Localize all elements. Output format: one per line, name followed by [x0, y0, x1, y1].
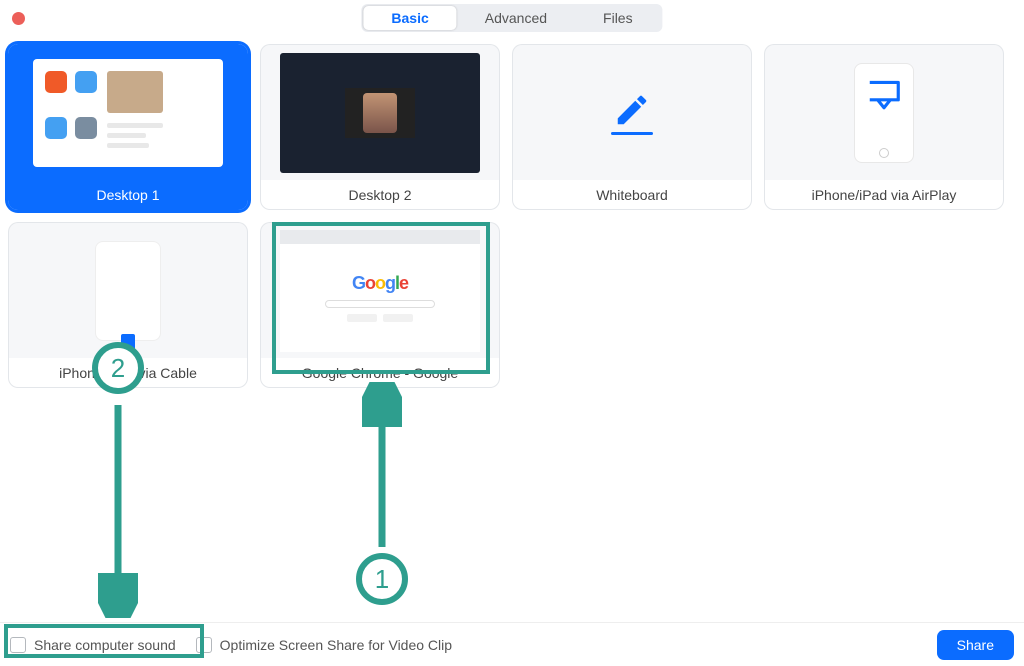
tile-chrome-thumb: Google [260, 222, 500, 358]
phone-cable-icon [95, 241, 161, 341]
optimize-video-label: Optimize Screen Share for Video Clip [220, 637, 452, 653]
tab-files[interactable]: Files [575, 6, 661, 30]
annotation-badge-2: 2 [92, 342, 144, 394]
tile-desktop-2[interactable]: Desktop 2 [260, 44, 500, 210]
tile-desktop-2-label: Desktop 2 [260, 180, 500, 210]
share-button[interactable]: Share [937, 630, 1014, 660]
airplay-icon [865, 75, 903, 118]
mode-tabbar: Basic Advanced Files [361, 4, 662, 32]
checkbox-icon [196, 637, 212, 653]
tab-advanced[interactable]: Advanced [457, 6, 575, 30]
tile-desktop-2-thumb [260, 44, 500, 180]
tile-whiteboard-label: Whiteboard [512, 180, 752, 210]
share-sound-label: Share computer sound [34, 637, 176, 653]
optimize-video-checkbox[interactable]: Optimize Screen Share for Video Clip [196, 637, 452, 653]
share-options-grid: Desktop 1 Desktop 2 Whiteboard [0, 36, 1024, 396]
tile-airplay-label: iPhone/iPad via AirPlay [764, 180, 1004, 210]
share-sound-checkbox[interactable]: Share computer sound [10, 637, 176, 653]
checkbox-icon [10, 637, 26, 653]
tile-desktop-1-thumb [8, 44, 248, 180]
google-logo-icon: Google [352, 273, 408, 294]
annotation-badge-1: 1 [356, 553, 408, 605]
tile-whiteboard-thumb [512, 44, 752, 180]
tile-airplay-thumb [764, 44, 1004, 180]
tile-whiteboard[interactable]: Whiteboard [512, 44, 752, 210]
tile-airplay[interactable]: iPhone/iPad via AirPlay [764, 44, 1004, 210]
bottom-toolbar: Share computer sound Optimize Screen Sha… [0, 622, 1024, 666]
tab-basic[interactable]: Basic [363, 6, 456, 30]
annotation-arrow-1 [362, 382, 402, 552]
tile-chrome-window[interactable]: Google Google Chrome - Google [260, 222, 500, 388]
pencil-icon [613, 91, 651, 134]
tile-desktop-1[interactable]: Desktop 1 [8, 44, 248, 210]
tile-cable-thumb [8, 222, 248, 358]
close-window-icon[interactable] [12, 12, 25, 25]
tile-desktop-1-label: Desktop 1 [8, 180, 248, 210]
tile-chrome-label: Google Chrome - Google [260, 358, 500, 388]
annotation-arrow-2 [98, 400, 138, 618]
